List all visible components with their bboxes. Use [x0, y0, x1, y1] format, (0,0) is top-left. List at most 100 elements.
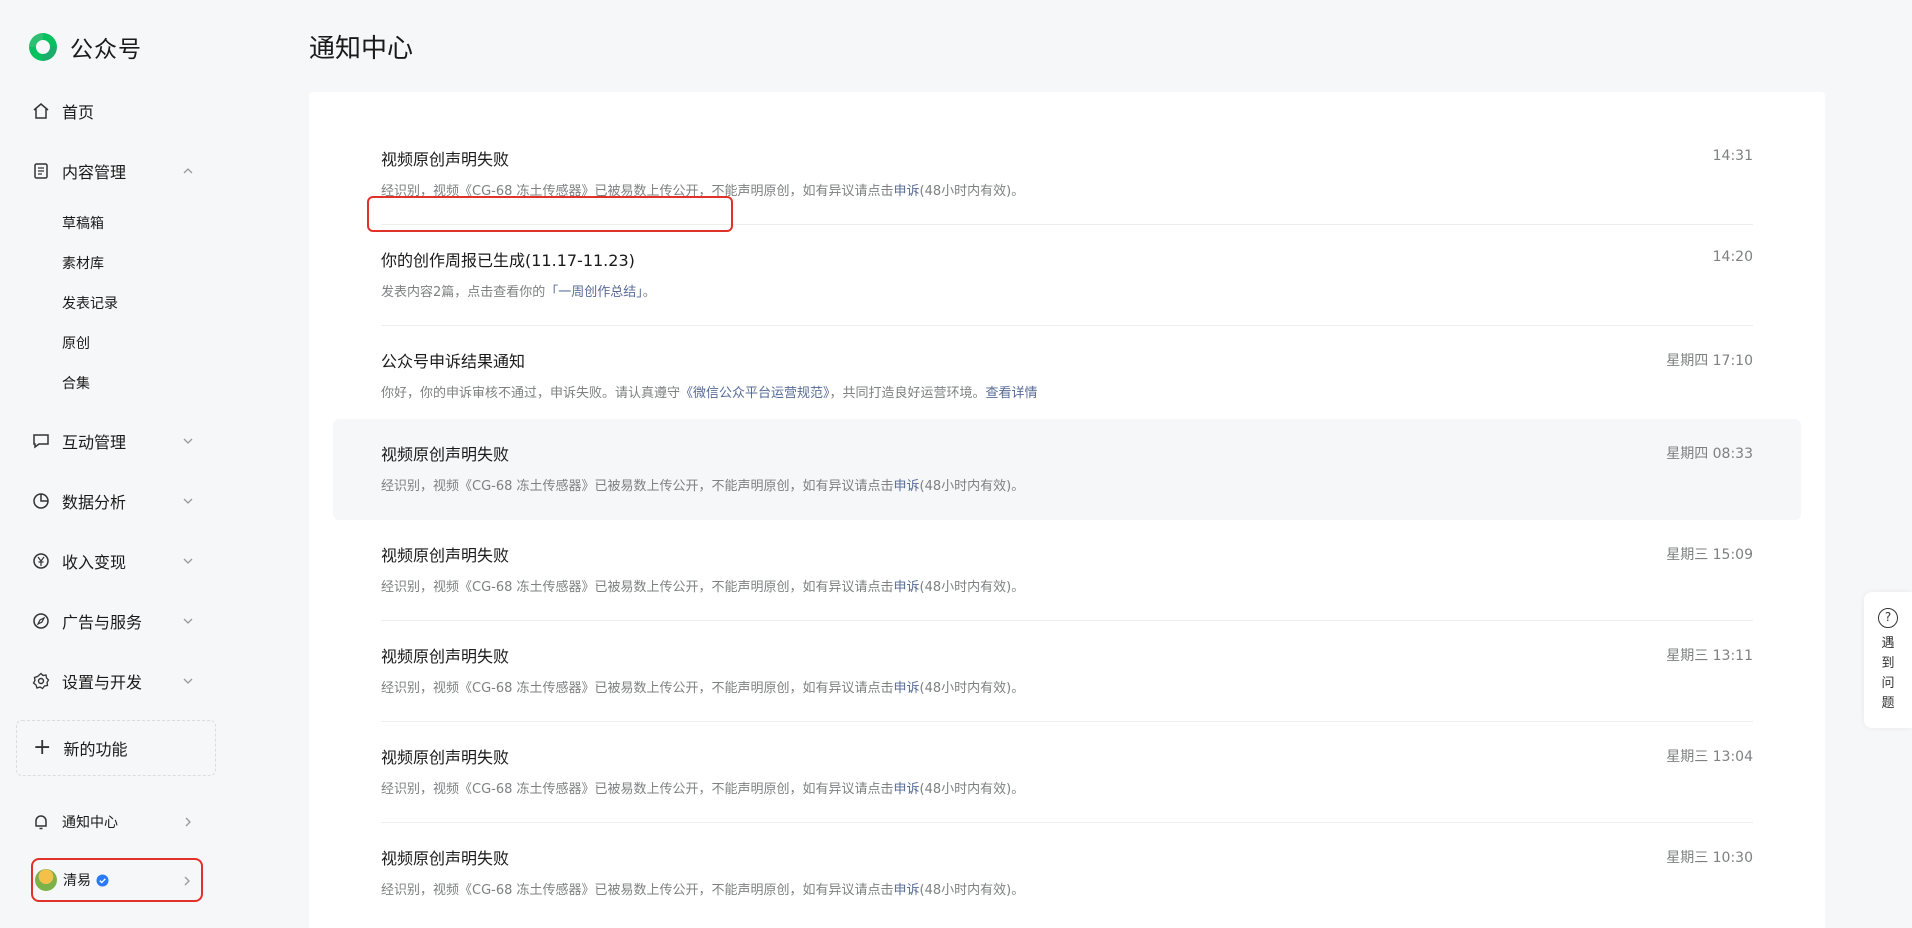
notice-desc-suffix: ，共同打造良好运营环境。: [829, 386, 986, 401]
chevron-right-icon: [185, 817, 191, 827]
sidebar-item-label: 收入变现: [62, 553, 127, 572]
yen-circle-icon: [33, 553, 49, 569]
notice-item[interactable]: 公众号申诉结果通知 星期四 17:10 你好，你的申诉审核不通过，申诉失败。请认…: [333, 326, 1801, 427]
notice-time: 星期三 10:30: [1666, 850, 1753, 866]
appeal-link[interactable]: 申诉: [894, 479, 920, 494]
chevron-down-icon: [183, 438, 193, 444]
notice-title: 视频原创声明失败: [381, 445, 510, 464]
chevron-down-icon: [183, 618, 193, 624]
notice-desc: 经识别，视频《CG-68 冻土传感器》已被易数上传公开，不能声明原创，如有异议请…: [381, 475, 1024, 494]
notice-title: 视频原创声明失败: [381, 748, 510, 767]
notice-title: 视频原创声明失败: [381, 546, 510, 565]
notice-desc-text: 发表内容2篇，点击查看你的: [381, 285, 546, 300]
view-details-link[interactable]: 查看详情: [986, 386, 1038, 401]
chevron-down-icon: [183, 558, 193, 564]
account-switcher[interactable]: 清易: [31, 858, 203, 902]
notice-time: 星期四 08:33: [1666, 446, 1753, 462]
notice-desc-text: 经识别，视频《CG-68 冻土传感器》已被易数上传公开，不能声明原创，如有异议请…: [381, 580, 894, 595]
notice-desc: 经识别，视频《CG-68 冻土传感器》已被易数上传公开，不能声明原创，如有异议请…: [381, 576, 1024, 595]
notice-list: 视频原创声明失败 14:31 经识别，视频《CG-68 冻土传感器》已被易数上传…: [309, 92, 1825, 928]
notice-item[interactable]: 视频原创声明失败 星期四 08:33 经识别，视频《CG-68 冻土传感器》已被…: [333, 419, 1801, 520]
notice-desc: 发表内容2篇，点击查看你的「一周创作总结」。: [381, 281, 656, 300]
sidebar-item-label: 通知中心: [62, 815, 118, 831]
notice-desc-suffix: (48小时内有效)。: [919, 782, 1025, 797]
compass-icon: [33, 613, 49, 629]
weekly-summary-link[interactable]: 「一周创作总结」: [545, 285, 643, 300]
sidebar-subitem-materials[interactable]: 素材库: [62, 252, 104, 276]
app-root: 公众号 首页 内容管理 草稿箱 素材库 发表记录 原创 合集 互动管理 数据分析: [0, 0, 1912, 928]
account-name: 清易: [63, 873, 91, 889]
sidebar-item-analytics[interactable]: 数据分析: [16, 479, 212, 523]
notice-item[interactable]: 视频原创声明失败 星期三 13:04 经识别，视频《CG-68 冻土传感器》已被…: [333, 722, 1801, 823]
notice-desc-suffix: (48小时内有效)。: [919, 883, 1025, 898]
notice-time: 星期三 15:09: [1666, 547, 1753, 563]
home-icon: [33, 103, 49, 119]
sidebar-subitem-drafts[interactable]: 草稿箱: [62, 212, 104, 236]
sidebar-item-label: 首页: [62, 103, 95, 122]
help-label: 遇到问题: [1881, 636, 1895, 711]
notice-desc-text: 经识别，视频《CG-68 冻土传感器》已被易数上传公开，不能声明原创，如有异议请…: [381, 782, 894, 797]
gear-icon: [32, 672, 50, 690]
verified-badge-icon: [96, 874, 109, 886]
avatar: [35, 869, 57, 891]
pie-chart-icon: [33, 493, 49, 509]
notice-desc-text: 经识别，视频《CG-68 冻土传感器》已被易数上传公开，不能声明原创，如有异议请…: [381, 479, 894, 494]
sidebar-item-label: 互动管理: [62, 433, 127, 452]
notice-item[interactable]: 视频原创声明失败 星期三 10:30 经识别，视频《CG-68 冻土传感器》已被…: [333, 823, 1801, 924]
chevron-down-icon: [183, 498, 193, 504]
notice-desc-suffix: (48小时内有效)。: [919, 681, 1025, 696]
sidebar-subitem-publish-records[interactable]: 发表记录: [62, 292, 118, 316]
notice-title: 视频原创声明失败: [381, 849, 510, 868]
sidebar-item-content-management[interactable]: 内容管理: [16, 149, 212, 193]
page-title: 通知中心: [309, 34, 414, 64]
notice-item[interactable]: 视频原创声明失败 14:31 经识别，视频《CG-68 冻土传感器》已被易数上传…: [333, 124, 1801, 232]
chevron-down-icon: [183, 678, 193, 684]
plus-icon: +: [33, 735, 52, 760]
notice-item[interactable]: 视频原创声明失败 星期三 15:09 经识别，视频《CG-68 冻土传感器》已被…: [333, 520, 1801, 621]
sidebar-item-settings-dev[interactable]: 设置与开发: [16, 659, 212, 703]
comment-icon: [33, 434, 49, 449]
notice-title: 视频原创声明失败: [381, 150, 510, 169]
appeal-link[interactable]: 申诉: [894, 782, 920, 797]
operation-rules-link[interactable]: 《微信公众平台运营规范》: [680, 386, 830, 401]
chevron-up-icon: [183, 168, 193, 174]
notice-item[interactable]: 你的创作周报已生成(11.17-11.23) 14:20 发表内容2篇，点击查看…: [333, 225, 1801, 326]
sidebar: 公众号 首页 内容管理 草稿箱 素材库 发表记录 原创 合集 互动管理 数据分析: [0, 0, 232, 928]
appeal-link[interactable]: 申诉: [894, 681, 920, 696]
app-name: 公众号: [70, 37, 142, 63]
sidebar-subitem-collections[interactable]: 合集: [62, 372, 90, 396]
chevron-right-icon: [184, 876, 190, 886]
notice-desc-suffix: (48小时内有效)。: [919, 184, 1025, 199]
notice-time: 星期三 13:11: [1666, 648, 1753, 664]
notice-time: 星期四 17:10: [1666, 353, 1753, 369]
sidebar-item-notifications[interactable]: 通知中心: [16, 800, 212, 844]
appeal-link[interactable]: 申诉: [894, 883, 920, 898]
sidebar-item-label: 广告与服务: [62, 613, 143, 632]
notice-desc: 你好，你的申诉审核不通过，申诉失败。请认真遵守《微信公众平台运营规范》，共同打造…: [381, 382, 1038, 401]
notice-desc-text: 经识别，视频《CG-68 冻土传感器》已被易数上传公开，不能声明原创，如有异议请…: [381, 883, 894, 898]
sidebar-item-monetization[interactable]: 收入变现: [16, 539, 212, 583]
appeal-link[interactable]: 申诉: [894, 580, 920, 595]
document-icon: [34, 163, 48, 179]
question-icon: ?: [1878, 608, 1898, 628]
help-float-button[interactable]: ? 遇到问题: [1864, 592, 1912, 728]
notice-title: 视频原创声明失败: [381, 647, 510, 666]
sidebar-item-interaction[interactable]: 互动管理: [16, 419, 212, 463]
logo[interactable]: 公众号: [26, 30, 142, 64]
wechat-official-logo-icon: [29, 33, 57, 61]
bell-icon: [35, 815, 47, 830]
new-features-label: 新的功能: [63, 740, 128, 759]
sidebar-item-label: 设置与开发: [62, 673, 143, 692]
notice-item[interactable]: 视频原创声明失败 星期三 13:11 经识别，视频《CG-68 冻土传感器》已被…: [333, 621, 1801, 722]
notice-desc-suffix: (48小时内有效)。: [919, 580, 1025, 595]
notice-desc-text: 经识别，视频《CG-68 冻土传感器》已被易数上传公开，不能声明原创，如有异议请…: [381, 681, 894, 696]
notice-time: 14:31: [1712, 148, 1753, 164]
new-features-button[interactable]: + 新的功能: [16, 720, 216, 776]
sidebar-subitem-original[interactable]: 原创: [62, 332, 90, 356]
sidebar-item-ads-services[interactable]: 广告与服务: [16, 599, 212, 643]
appeal-link[interactable]: 申诉: [894, 184, 920, 199]
notice-desc-suffix: 。: [642, 285, 656, 300]
sidebar-item-home[interactable]: 首页: [16, 89, 212, 133]
notice-desc-text: 你好，你的申诉审核不通过，申诉失败。请认真遵守: [381, 386, 681, 401]
notice-desc: 经识别，视频《CG-68 冻土传感器》已被易数上传公开，不能声明原创，如有异议请…: [381, 778, 1024, 797]
